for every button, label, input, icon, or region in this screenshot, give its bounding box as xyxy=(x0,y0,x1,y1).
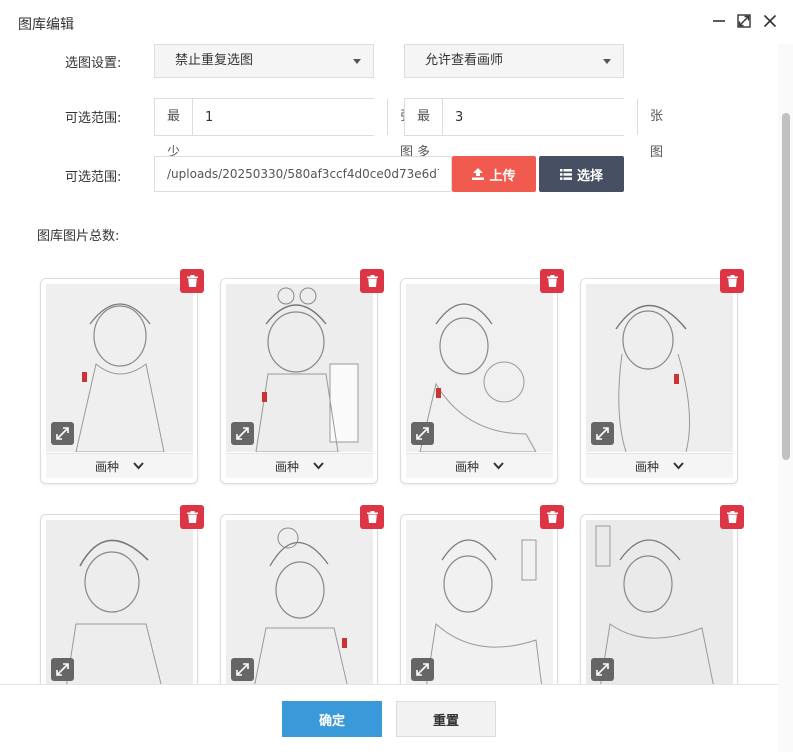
path-label: 可选范围: xyxy=(65,170,122,185)
chevron-down-icon xyxy=(673,462,684,470)
card-caption[interactable]: 画种 xyxy=(586,453,733,478)
card-caption-label: 画种 xyxy=(634,459,659,474)
gallery-card: 画种 xyxy=(580,269,744,484)
upload-button[interactable]: 上传 xyxy=(452,156,536,192)
max-count-input[interactable] xyxy=(443,99,638,135)
gallery-card: 画种 xyxy=(400,269,564,484)
gallery-card xyxy=(220,505,384,684)
maximize-icon[interactable] xyxy=(735,12,753,30)
trash-icon[interactable] xyxy=(180,505,204,529)
close-icon[interactable] xyxy=(761,12,779,30)
chevron-down-icon xyxy=(493,462,504,470)
dialog-title: 图库编辑 xyxy=(18,17,74,33)
upload-icon xyxy=(472,168,485,180)
min-prefix: 最少 xyxy=(155,99,194,160)
card-caption-label: 画种 xyxy=(274,459,299,474)
expand-icon[interactable] xyxy=(411,422,434,445)
caret-down-icon xyxy=(353,59,361,64)
chevron-down-icon xyxy=(133,462,144,470)
minimize-icon[interactable] xyxy=(710,12,728,30)
image-path-input[interactable] xyxy=(154,156,452,192)
artist-select-value: 允许查看画师 xyxy=(425,53,504,68)
expand-icon[interactable] xyxy=(591,658,614,681)
expand-icon[interactable] xyxy=(51,658,74,681)
gallery-edit-dialog: 图库编辑 选图设置: 禁止重复选图 允许查看画师 可选范围: 最少 1 图 最多… xyxy=(0,0,793,752)
gallery-card: 画种 xyxy=(220,269,384,484)
card-caption[interactable]: 画种 xyxy=(226,453,373,478)
expand-icon[interactable] xyxy=(51,422,74,445)
trash-icon[interactable] xyxy=(540,505,564,529)
trash-icon[interactable] xyxy=(360,269,384,293)
title-bar: 图库编辑 xyxy=(0,0,793,44)
max-suffix: 张图 xyxy=(637,99,676,160)
max-count-group: 最多 张图 xyxy=(404,98,676,160)
card-caption[interactable]: 画种 xyxy=(406,453,553,478)
confirm-button[interactable]: 确定 xyxy=(282,701,382,737)
artist-select[interactable]: 允许查看画师 xyxy=(404,44,624,78)
trash-icon[interactable] xyxy=(180,269,204,293)
select-button[interactable]: 选择 xyxy=(539,156,624,192)
gallery-card: 画种 xyxy=(40,269,204,484)
expand-icon[interactable] xyxy=(591,422,614,445)
select-setting-label: 选图设置: xyxy=(65,56,122,71)
card-caption-label: 画种 xyxy=(94,459,119,474)
expand-icon[interactable] xyxy=(231,422,254,445)
chevron-down-icon xyxy=(313,462,324,470)
range-label: 可选范围: xyxy=(65,111,122,126)
upload-label: 上传 xyxy=(489,168,516,184)
expand-icon[interactable] xyxy=(411,658,434,681)
select-label: 选择 xyxy=(576,168,603,184)
dialog-content: 选图设置: 禁止重复选图 允许查看画师 可选范围: 最少 张图 最多 张图 可选… xyxy=(0,44,793,684)
gallery-card xyxy=(400,505,564,684)
card-caption-label: 画种 xyxy=(454,459,479,474)
max-prefix: 最多 xyxy=(405,99,444,160)
trash-icon[interactable] xyxy=(720,505,744,529)
dialog-footer: 确定 重置 xyxy=(0,684,778,752)
trash-icon[interactable] xyxy=(540,269,564,293)
min-count-input[interactable] xyxy=(193,99,388,135)
reset-button[interactable]: 重置 xyxy=(396,701,496,737)
gallery-card xyxy=(580,505,744,684)
duplicate-select[interactable]: 禁止重复选图 xyxy=(154,44,374,78)
list-icon xyxy=(559,168,572,180)
caret-down-icon xyxy=(603,59,611,64)
gallery-total-label: 图库图片总数: xyxy=(37,229,120,244)
expand-icon[interactable] xyxy=(231,658,254,681)
gallery-card xyxy=(40,505,204,684)
trash-icon[interactable] xyxy=(720,269,744,293)
trash-icon[interactable] xyxy=(360,505,384,529)
scrollbar-thumb[interactable] xyxy=(782,113,790,460)
min-count-group: 最少 张图 xyxy=(154,98,426,160)
card-caption[interactable]: 画种 xyxy=(46,453,193,478)
duplicate-select-value: 禁止重复选图 xyxy=(175,53,254,68)
